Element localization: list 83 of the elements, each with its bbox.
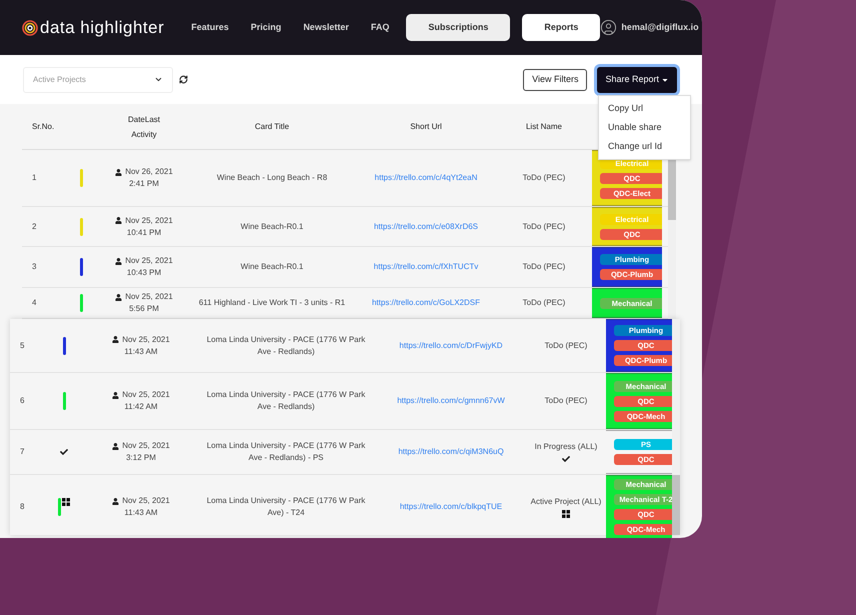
nav-link[interactable]: Features (186, 20, 234, 34)
column-header: Card Title (254, 120, 290, 132)
activity-date: Nov 26, 2021 (125, 166, 173, 178)
short-url-link[interactable]: https://trello.com/c/qiM3N6uQ (376, 446, 526, 458)
grid-icon (562, 510, 570, 518)
list-name: ToDo (PEC) (522, 261, 566, 273)
activity-time: 2:41 PM (129, 178, 159, 190)
activity-date: Nov 25, 2021 (122, 440, 170, 452)
column-header: Sr.No. (31, 120, 56, 132)
activity-time: 5:56 PM (129, 303, 159, 315)
card-title: Loma Linda University - PACE (1776 W Park Ave - Redlands) - PS (206, 440, 366, 464)
card-title: Loma Linda University - PACE (1776 W Park Ave - Redlands) (206, 334, 366, 358)
user-icon (112, 498, 120, 504)
nav-link[interactable]: Pricing (246, 20, 286, 34)
column-header: DateLast Activity (126, 114, 162, 141)
view-filters-button[interactable]: View Filters (523, 68, 588, 90)
column-header: List Name (524, 120, 563, 132)
list-name: ToDo (PEC) (522, 297, 566, 309)
nav-link[interactable]: Newsletter (298, 20, 354, 34)
activity-time: 10:43 PM (126, 267, 162, 279)
row-number: 3 (31, 261, 38, 273)
grid-icon (62, 498, 70, 506)
activity-time: 11:42 AM (124, 401, 158, 413)
user-menu[interactable]: hemal@digiflux.io (600, 19, 702, 36)
card-title: Wine Beach-R0.1 (240, 261, 304, 273)
user-icon (112, 442, 120, 450)
user-icon (115, 258, 122, 264)
user-icon (115, 168, 122, 176)
column-header: Short Url (409, 120, 443, 132)
nav-button[interactable]: Reports (522, 14, 600, 41)
user-icon (115, 294, 122, 300)
user-icon (115, 217, 122, 224)
short-url-link[interactable]: https://trello.com/c/4qYt2eaN (356, 172, 496, 184)
card-title: 611 Highland - Live Work TI - 3 units - R1 (198, 297, 346, 309)
row-number: 8 (19, 501, 26, 513)
activity-time: 10:41 PM (126, 226, 162, 238)
activity-date: Nov 25, 2021 (122, 334, 170, 346)
activity-date: Nov 25, 2021 (122, 389, 170, 401)
activity-date: Nov 25, 2021 (125, 255, 173, 267)
user-icon (112, 336, 120, 343)
card-title: Wine Beach-R0.1 (240, 220, 304, 232)
row-number: 2 (31, 220, 38, 232)
row-number: 4 (31, 297, 38, 309)
activity-date: Nov 25, 2021 (125, 214, 173, 226)
logo-text: data highlighter (40, 16, 164, 39)
short-url-link[interactable]: https://trello.com/c/e08XrD6S (356, 220, 496, 232)
short-url-link[interactable]: https://trello.com/c/blkpqTUE (376, 501, 526, 513)
card-title: Loma Linda University - PACE (1776 W Park Ave - Redlands) (206, 389, 366, 413)
row-number: 5 (19, 340, 26, 352)
list-name: ToDo (PEC) (522, 220, 566, 232)
list-name: ToDo (PEC) (544, 340, 588, 352)
chevron-down-icon (154, 75, 163, 84)
card-title: Wine Beach - Long Beach - R8 (216, 172, 328, 184)
activity-time: 11:43 AM (124, 507, 158, 519)
short-url-link[interactable]: https://trello.com/c/fXhTUCTv (356, 261, 496, 273)
list-name: ToDo (PEC) (522, 172, 566, 184)
list-name: In Progress (ALL) (534, 441, 598, 453)
row-number: 7 (19, 446, 26, 458)
scrollbar-thumb (672, 475, 680, 535)
short-url-link[interactable]: https://trello.com/c/DrFwjyKD (376, 340, 526, 352)
menu-item[interactable]: Unable share (599, 118, 690, 137)
user-icon (112, 392, 120, 398)
activity-time: 3:12 PM (126, 452, 156, 464)
menu-item[interactable]: Copy Url (599, 99, 690, 118)
share-report-button[interactable]: Share Report (597, 66, 677, 92)
activity-date: Nov 25, 2021 (122, 495, 170, 507)
card-title: Loma Linda University - PACE (1776 W Park Ave) - T24 (206, 495, 366, 519)
nav-link[interactable]: FAQ (366, 20, 394, 34)
list-name: Active Project (ALL) (530, 496, 602, 508)
check-icon (60, 448, 68, 456)
activity-date: Nov 25, 2021 (125, 291, 173, 303)
short-url-link[interactable]: https://trello.com/c/gmnn67vW (376, 395, 526, 407)
check-icon (562, 455, 570, 463)
row-number: 6 (19, 395, 26, 407)
row-number: 1 (31, 172, 38, 184)
logo-icon (22, 20, 38, 36)
list-name: ToDo (PEC) (544, 395, 588, 407)
avatar-icon (600, 19, 618, 36)
refresh-icon[interactable] (179, 75, 188, 84)
short-url-link[interactable]: https://trello.com/c/GoLX2DSF (356, 297, 496, 309)
activity-time: 11:43 AM (124, 346, 158, 358)
menu-item[interactable]: Change url Id (599, 137, 690, 156)
nav-button[interactable]: Subscriptions (406, 14, 510, 41)
